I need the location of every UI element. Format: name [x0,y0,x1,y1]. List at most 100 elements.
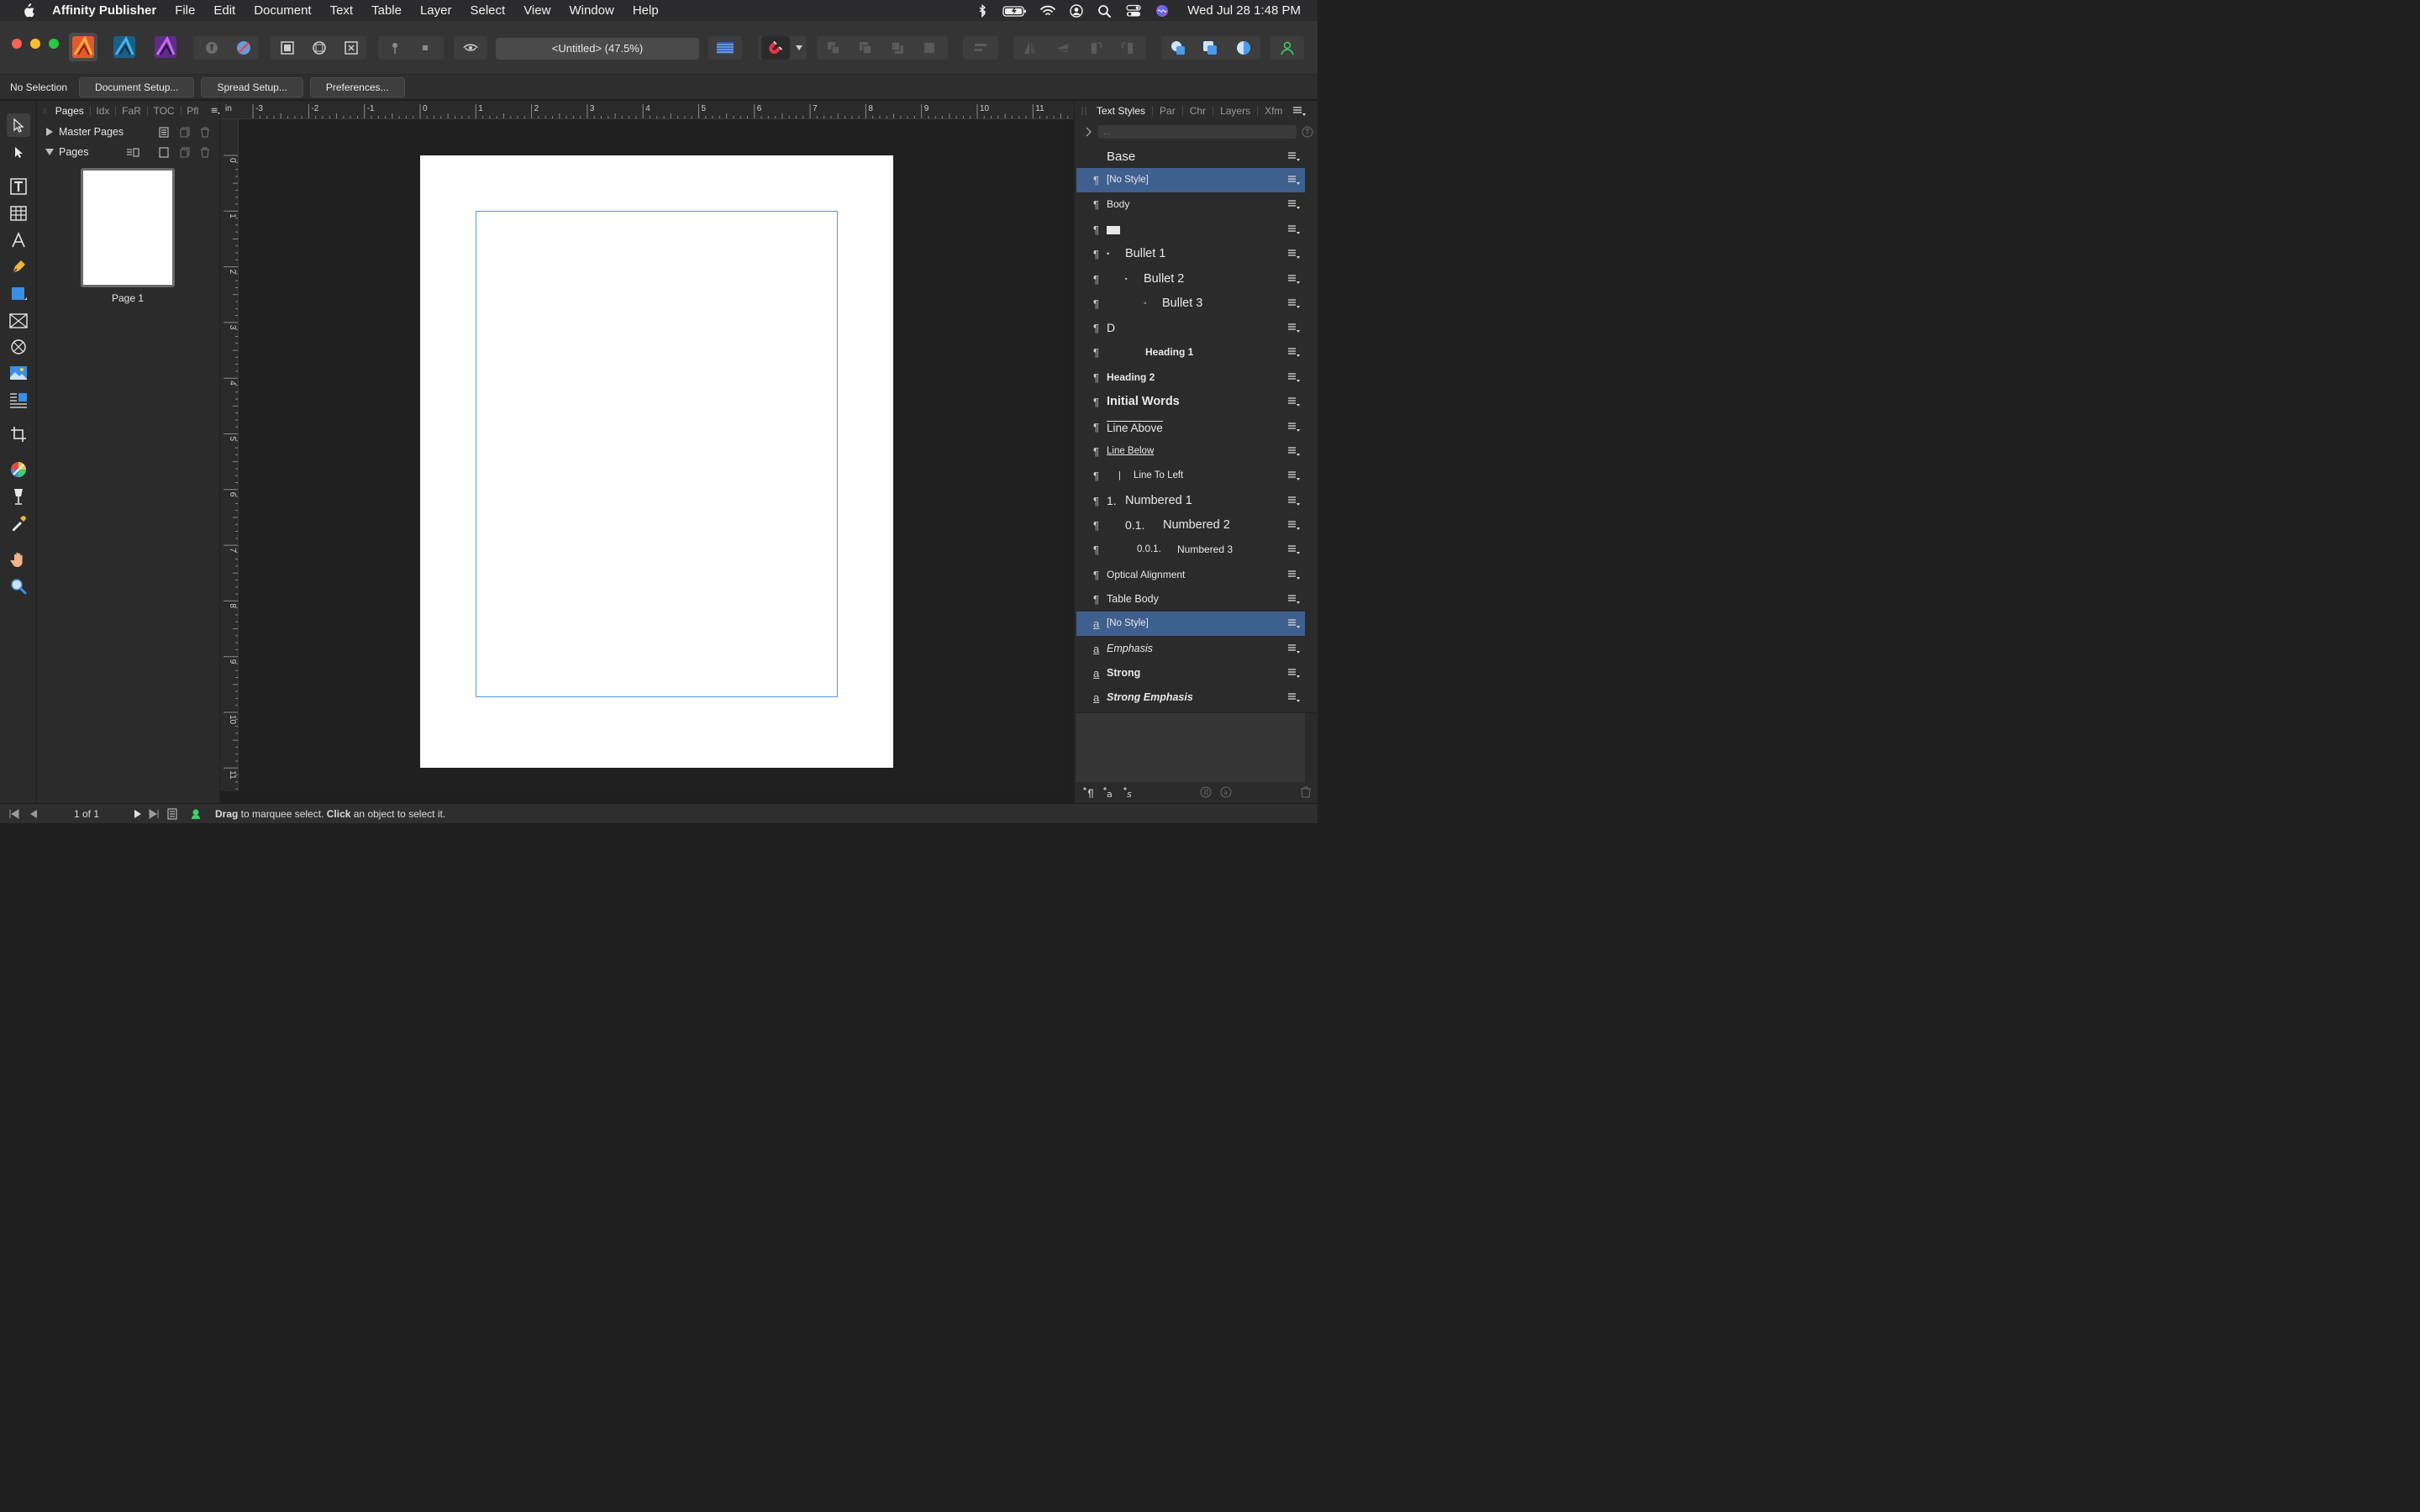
spotlight-search-icon[interactable] [1097,4,1113,18]
add-master-page-icon[interactable] [159,127,169,138]
menu-table[interactable]: Table [371,3,402,18]
tab-pages[interactable]: Pages [50,105,90,117]
menu-document[interactable]: Document [254,3,311,18]
picture-frame-ellipse-tool[interactable] [7,335,30,359]
preflight-status-icon[interactable] [190,808,202,820]
tab-text-styles[interactable]: Text Styles [1090,105,1152,117]
tab-toc[interactable]: TOC [147,105,180,117]
move-forward-one-button[interactable] [886,36,909,60]
style-options-menu-icon[interactable] [1288,225,1300,234]
assistant-button[interactable] [1276,36,1299,60]
style-options-menu-icon[interactable] [1288,348,1300,357]
style-options-menu-icon[interactable] [1288,471,1300,480]
bleed-view-button[interactable] [308,36,331,60]
minimize-window-button[interactable] [30,39,40,49]
new-paragraph-style-icon[interactable] [1081,785,1095,799]
menubar-clock[interactable]: Wed Jul 28 1:48 PM [1187,3,1301,18]
new-group-style-icon[interactable]: s [1122,785,1135,799]
style-options-menu-icon[interactable] [1288,200,1300,209]
duplicate-page-icon[interactable] [180,147,190,158]
normal-view-button[interactable] [276,36,299,60]
paragraph-style-row[interactable]: ¶ D [1076,316,1305,340]
paragraph-style-row[interactable]: ¶ Line Above [1076,415,1305,439]
paragraph-style-row[interactable]: ¶ 1. Numbered 1 [1076,489,1305,513]
style-group-row[interactable]: Base [1076,144,1305,169]
page-1-thumbnail[interactable] [81,168,175,287]
character-style-row[interactable]: a Strong Emphasis [1076,685,1305,710]
spread-setup-button[interactable]: Spread Setup... [201,76,303,97]
style-options-menu-icon[interactable] [1288,397,1300,407]
style-options-menu-icon[interactable] [1288,423,1300,432]
paragraph-style-row[interactable]: ¶ [1076,218,1305,242]
duplicate-master-page-icon[interactable] [180,127,190,138]
style-options-menu-icon[interactable] [1288,669,1300,678]
place-image-tool[interactable] [7,361,30,385]
align-button[interactable] [969,36,992,60]
app-menu[interactable]: Affinity Publisher [52,3,156,18]
text-wrap-tool[interactable] [7,388,30,412]
preview-mode-button[interactable] [459,36,482,60]
add-page-icon[interactable] [159,147,169,158]
crop-tool[interactable] [7,423,30,446]
tab-paragraph[interactable]: Par [1153,105,1182,117]
table-tool[interactable] [7,202,30,225]
paragraph-style-row[interactable]: ¶ Initial Words [1076,390,1305,414]
menu-window[interactable]: Window [569,3,613,18]
transparency-tool[interactable] [7,485,30,508]
paragraph-style-row[interactable]: ¶ Table Body [1076,587,1305,612]
photo-persona-button[interactable] [151,33,180,61]
style-options-menu-icon[interactable] [1288,323,1300,333]
style-options-menu-icon[interactable] [1288,249,1300,259]
style-options-menu-icon[interactable] [1288,570,1300,580]
new-character-style-icon[interactable]: a [1102,785,1115,799]
delete-style-icon[interactable] [1300,785,1312,799]
delete-master-page-icon[interactable] [200,127,210,138]
paragraph-style-row[interactable]: ¶ 0.1. Numbered 2 [1076,513,1305,538]
style-options-menu-icon[interactable] [1288,447,1300,456]
style-options-menu-icon[interactable] [1288,644,1300,654]
share-button[interactable] [200,36,224,60]
subtract-boolean-button[interactable] [1198,36,1222,60]
style-options-menu-icon[interactable] [1288,373,1300,382]
style-options-menu-icon[interactable] [1288,619,1300,628]
move-back-one-button[interactable] [854,36,877,60]
paragraph-style-row[interactable]: ¶ Optical Alignment [1076,563,1305,587]
style-options-menu-icon[interactable] [1288,152,1300,161]
disclosure-open-icon[interactable] [45,148,54,156]
style-options-menu-icon[interactable] [1288,299,1300,308]
battery-icon[interactable] [1002,4,1028,18]
paragraph-style-row[interactable]: ¶ Heading 1 [1076,340,1305,365]
paragraph-style-row[interactable]: ¶ Body [1076,192,1305,217]
panel-menu-icon[interactable] [211,106,220,116]
menu-edit[interactable]: Edit [213,3,235,18]
picture-frame-rectangle-tool[interactable] [7,309,30,333]
next-page-icon[interactable] [133,809,143,819]
move-to-back-button[interactable] [822,36,845,60]
menu-view[interactable]: View [523,3,550,18]
menu-layer[interactable]: Layer [420,3,452,18]
paragraph-style-row[interactable]: ¶ • Bullet 1 [1076,242,1305,266]
style-options-menu-icon[interactable] [1288,275,1300,284]
add-boolean-button[interactable] [1166,36,1190,60]
style-filter-input[interactable] [1098,125,1297,139]
text-style-options-icon[interactable] [1302,126,1313,138]
zoom-tool[interactable] [7,575,30,598]
paragraph-style-row[interactable]: ¶ ◦ Bullet 3 [1076,291,1305,316]
move-tool[interactable] [7,113,30,137]
snapping-options-button[interactable] [793,36,805,60]
tab-index[interactable]: Idx [90,105,115,117]
previous-page-icon[interactable] [29,809,39,819]
bluetooth-icon[interactable] [974,3,991,18]
move-to-front-button[interactable] [918,36,941,60]
pin-button[interactable] [383,36,407,60]
style-options-menu-icon[interactable] [1288,595,1300,604]
artistic-text-tool[interactable] [7,228,30,252]
page-1[interactable] [420,155,893,768]
menu-file[interactable]: File [175,3,195,18]
node-tool[interactable] [7,140,30,164]
delete-page-icon[interactable] [200,147,210,158]
master-pages-row[interactable]: Master Pages [37,123,220,141]
tab-preflight[interactable]: Pfl [181,105,204,117]
flip-horizontal-button[interactable] [1018,36,1042,60]
unpin-button[interactable] [413,36,437,60]
